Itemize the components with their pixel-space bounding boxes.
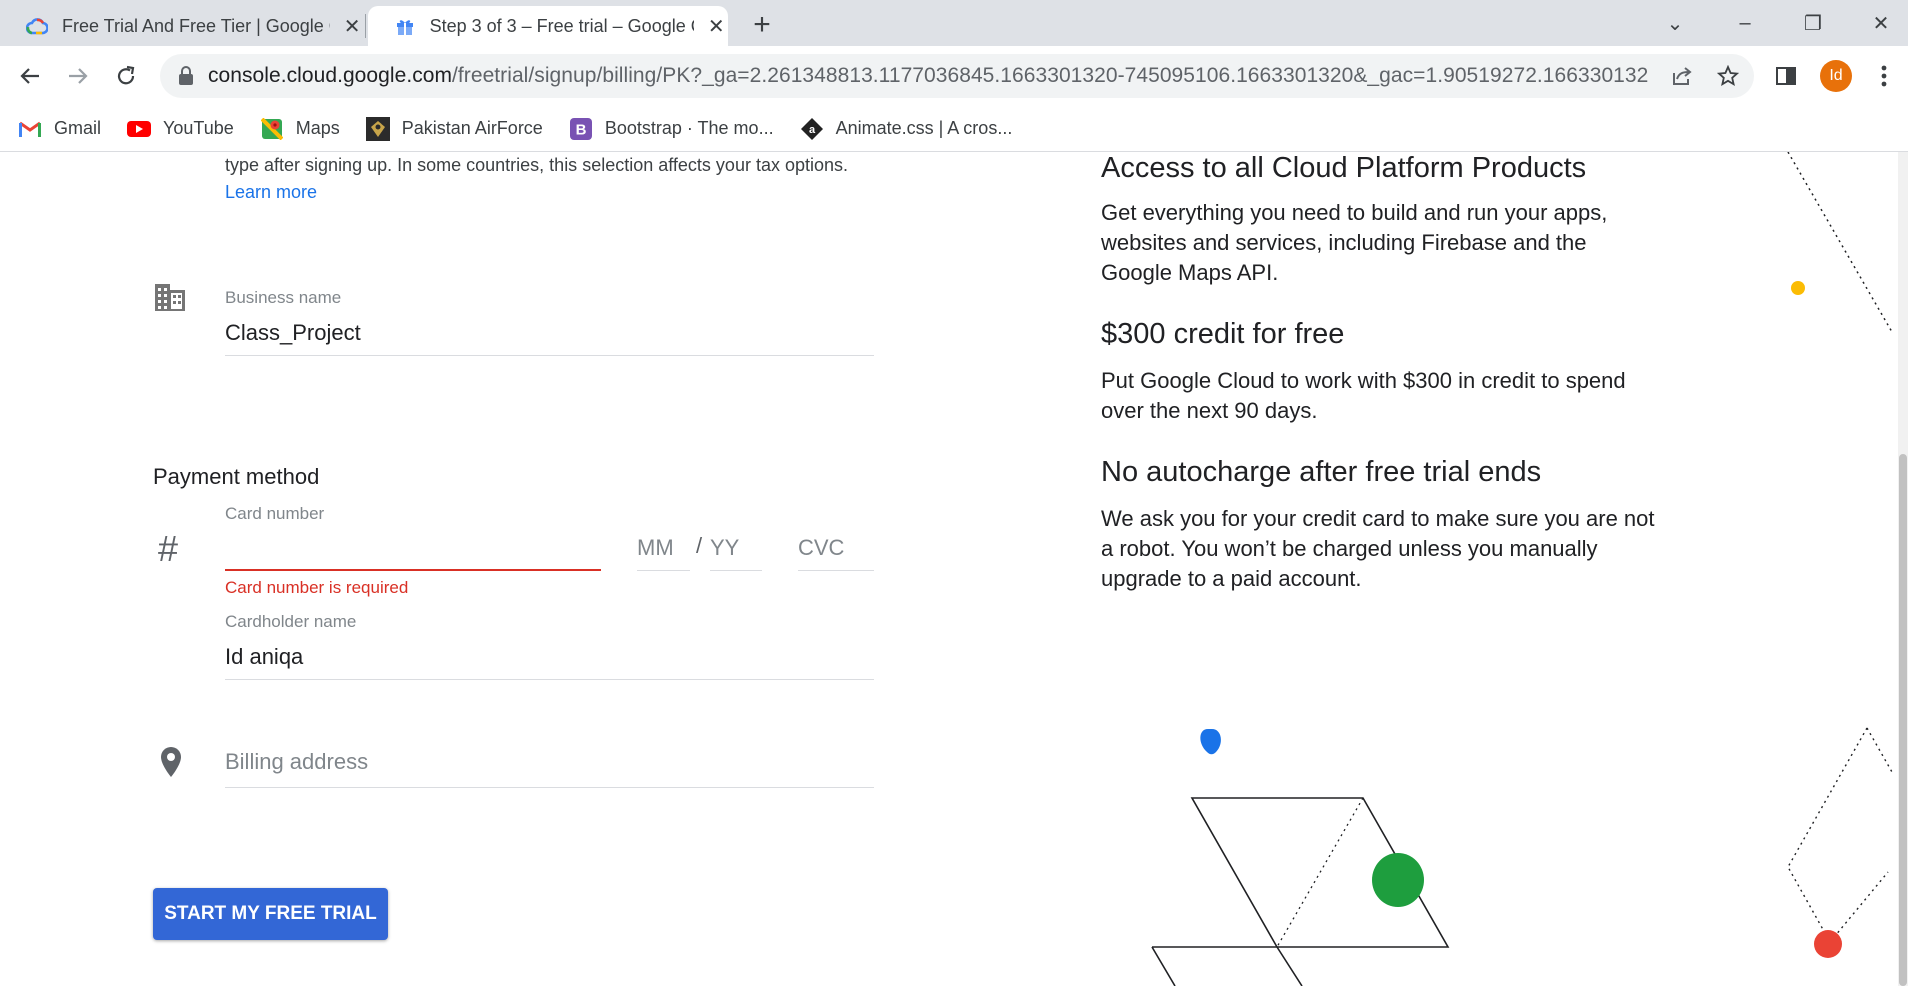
profile-button[interactable]: Id: [1818, 58, 1854, 94]
page-content: type after signing up. In some countries…: [0, 152, 1908, 986]
expiry-year-input[interactable]: YY: [710, 535, 739, 561]
hash-icon: #: [158, 528, 179, 569]
google-cloud-icon: [26, 15, 48, 37]
back-button[interactable]: [12, 58, 48, 94]
paf-icon: [365, 116, 390, 141]
close-window-button[interactable]: ✕: [1854, 6, 1908, 40]
tax-note-text: type after signing up. In some countries…: [225, 155, 849, 175]
avatar: Id: [1820, 60, 1852, 92]
animate-icon: a: [800, 117, 824, 140]
card-number-underline: [225, 569, 601, 571]
cardholder-name-underline: [225, 679, 874, 680]
forward-arrow-icon: [69, 68, 88, 84]
bookmark-label: Gmail: [54, 118, 102, 138]
tab-title: Step 3 of 3 – Free trial – Google Cloud: [429, 15, 695, 36]
new-tab-button[interactable]: +: [746, 10, 778, 42]
reload-icon: [117, 65, 135, 85]
menu-kebab-icon[interactable]: [1866, 58, 1902, 94]
cvc-underline: [798, 570, 874, 571]
bookmark-label: Pakistan AirForce: [401, 118, 543, 138]
tab-step3[interactable]: Step 3 of 3 – Free trial – Google Cloud …: [368, 6, 728, 46]
gift-icon: [394, 15, 416, 37]
back-arrow-icon: [20, 68, 39, 84]
card-number-label: Card number: [225, 504, 325, 523]
deco-blue-drop: [1200, 729, 1221, 755]
learn-more-link[interactable]: Learn more: [225, 182, 317, 203]
card-number-error: Card number is required: [225, 578, 409, 597]
cardholder-name-label: Cardholder name: [225, 612, 357, 631]
close-tab-icon[interactable]: ✕: [340, 14, 364, 38]
business-name-underline: [225, 355, 874, 356]
deco-green-blob: [1372, 853, 1424, 907]
cardholder-name-input[interactable]: Id aniqa: [225, 644, 303, 670]
search-tabs-icon[interactable]: ⌄: [1648, 6, 1702, 40]
deco-dotted-line: [1787, 152, 1893, 333]
bookmark-label: Animate.css | A cros...: [835, 118, 1013, 138]
bookmark-maps[interactable]: Maps: [260, 117, 340, 140]
url-text: console.cloud.google.com/freetrial/signu…: [208, 64, 1648, 87]
bookmarks-bar: Gmail YouTube Maps Pakistan AirForce B B…: [0, 106, 1908, 152]
business-name-input[interactable]: Class_Project: [225, 320, 361, 346]
address-bar[interactable]: console.cloud.google.com/freetrial/signu…: [160, 54, 1754, 98]
deco-lower-shape: [1151, 946, 1303, 986]
deco-dotted-diagonal: [1276, 797, 1364, 948]
location-pin-icon: [159, 746, 183, 783]
maps-icon: [260, 117, 284, 140]
tab-free-trial[interactable]: Free Trial And Free Tier | Google Cloud …: [0, 6, 364, 46]
bookmark-label: YouTube: [163, 118, 234, 138]
restore-button[interactable]: ❐: [1786, 6, 1840, 40]
deco-yellow-dot: [1791, 281, 1805, 295]
svg-text:B: B: [575, 121, 586, 138]
bookmark-star-icon[interactable]: [1714, 62, 1742, 90]
tab-title: Free Trial And Free Tier | Google Cloud: [62, 15, 330, 36]
scrollbar-thumb[interactable]: [1899, 454, 1907, 986]
bookmark-animate[interactable]: a Animate.css | A cros...: [800, 117, 1013, 140]
gmail-icon: [18, 118, 42, 140]
bookmark-label: Maps: [295, 118, 340, 138]
lock-icon[interactable]: [178, 66, 196, 86]
close-tab-icon[interactable]: ✕: [704, 14, 728, 38]
bookmark-label: Bootstrap · The mo...: [604, 118, 774, 138]
business-building-icon: [154, 282, 186, 317]
expiry-month-underline: [637, 570, 690, 571]
forward-button[interactable]: [60, 58, 96, 94]
billing-address-underline: [225, 787, 874, 788]
page-scrollbar[interactable]: [1898, 152, 1908, 986]
expiry-slash: /: [696, 533, 703, 558]
start-free-trial-button[interactable]: START MY FREE TRIAL: [153, 888, 388, 940]
browser-toolbar: console.cloud.google.com/freetrial/signu…: [0, 46, 1908, 106]
deco-red-dot: [1814, 930, 1842, 958]
deco-right-dotted-shape: [1787, 727, 1893, 944]
billing-address-input[interactable]: Billing address: [225, 749, 368, 775]
expiry-year-underline: [710, 570, 762, 571]
cvc-input[interactable]: CVC: [798, 535, 844, 561]
youtube-icon: [127, 118, 152, 140]
payment-method-heading: Payment method: [153, 464, 320, 489]
decorative-illustration: [1151, 152, 1893, 986]
bookmark-youtube[interactable]: YouTube: [127, 118, 234, 140]
minimize-button[interactable]: –: [1718, 6, 1772, 40]
side-panel-icon[interactable]: [1768, 58, 1804, 94]
reload-button[interactable]: [108, 58, 144, 94]
expiry-month-input[interactable]: MM: [637, 535, 674, 561]
bookmark-gmail[interactable]: Gmail: [18, 118, 101, 140]
svg-text:a: a: [809, 124, 816, 136]
card-number-input[interactable]: [225, 528, 601, 562]
tab-strip: Free Trial And Free Tier | Google Cloud …: [0, 0, 1908, 46]
tab-separator: [365, 14, 366, 38]
bookmark-bootstrap[interactable]: B Bootstrap · The mo...: [569, 117, 774, 140]
bootstrap-icon: B: [569, 117, 593, 140]
business-name-label: Business name: [225, 288, 342, 307]
share-icon[interactable]: [1668, 62, 1696, 90]
bookmark-pakistan-airforce[interactable]: Pakistan AirForce: [365, 116, 543, 141]
